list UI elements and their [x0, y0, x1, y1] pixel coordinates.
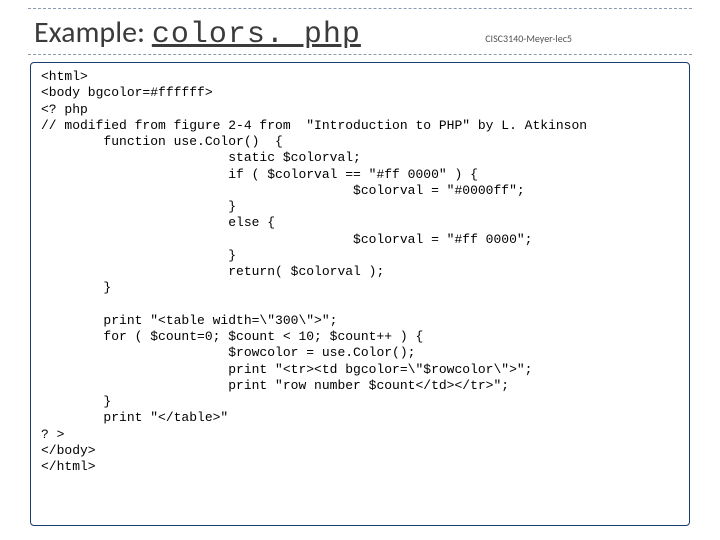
code-line: $colorval = "#0000ff"; [41, 183, 525, 198]
code-line: <? php [41, 102, 88, 117]
course-tag: CISC3140-Meyer-lec5 [485, 32, 572, 45]
top-divider [28, 8, 692, 9]
code-line: for ( $count=0; $count < 10; $count++ ) … [41, 329, 423, 344]
title-filename: colors. php [152, 18, 361, 52]
code-line: print "<tr><td bgcolor=\"$rowcolor\">"; [41, 362, 532, 377]
code-line: } [41, 199, 236, 214]
code-line: } [41, 248, 236, 263]
code-line: print "<table width=\"300\">"; [41, 313, 337, 328]
code-line: return( $colorval ); [41, 264, 384, 279]
code-line: <body bgcolor=#ffffff> [41, 85, 213, 100]
title-prefix: Example: [34, 14, 152, 51]
code-line: $rowcolor = use.Color(); [41, 345, 415, 360]
code-line: print "</table>" [41, 410, 228, 425]
code-line: if ( $colorval == "#ff 0000" ) { [41, 167, 478, 182]
code-line: } [41, 280, 111, 295]
code-line: } [41, 394, 111, 409]
code-line: function use.Color() { [41, 134, 283, 149]
code-line: print "row number $count</td></tr>"; [41, 378, 509, 393]
header-divider [28, 54, 692, 55]
code-block: <html> <body bgcolor=#ffffff> <? php // … [30, 62, 690, 526]
code-line: else { [41, 215, 275, 230]
code-line: // modified from figure 2-4 from "Introd… [41, 118, 587, 133]
code-line: static $colorval; [41, 150, 361, 165]
slide-header: Example: colors. php CISC3140-Meyer-lec5 [34, 14, 692, 52]
slide-title: Example: colors. php [34, 14, 361, 52]
code-line: $colorval = "#ff 0000"; [41, 232, 532, 247]
code-line: <html> [41, 69, 88, 84]
code-line: </body> [41, 443, 96, 458]
code-line: </html> [41, 459, 96, 474]
code-line: ? > [41, 427, 64, 442]
